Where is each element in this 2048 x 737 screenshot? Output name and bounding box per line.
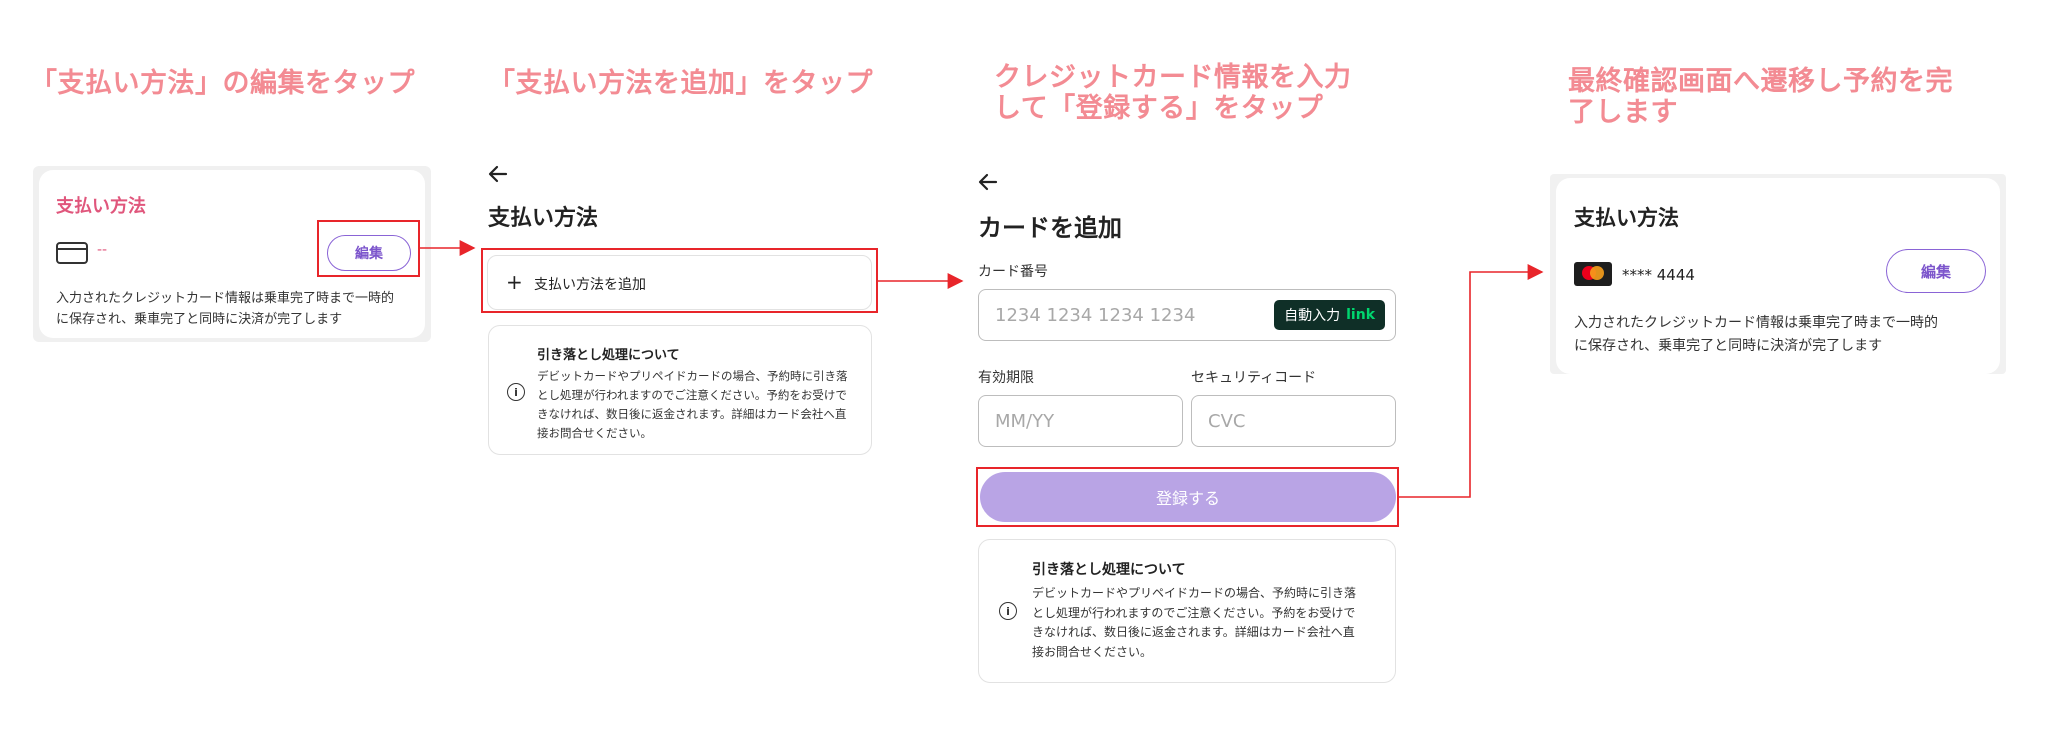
- flow-connectors: [420, 240, 1544, 498]
- arrow-step3-to-step4: [1399, 264, 1544, 498]
